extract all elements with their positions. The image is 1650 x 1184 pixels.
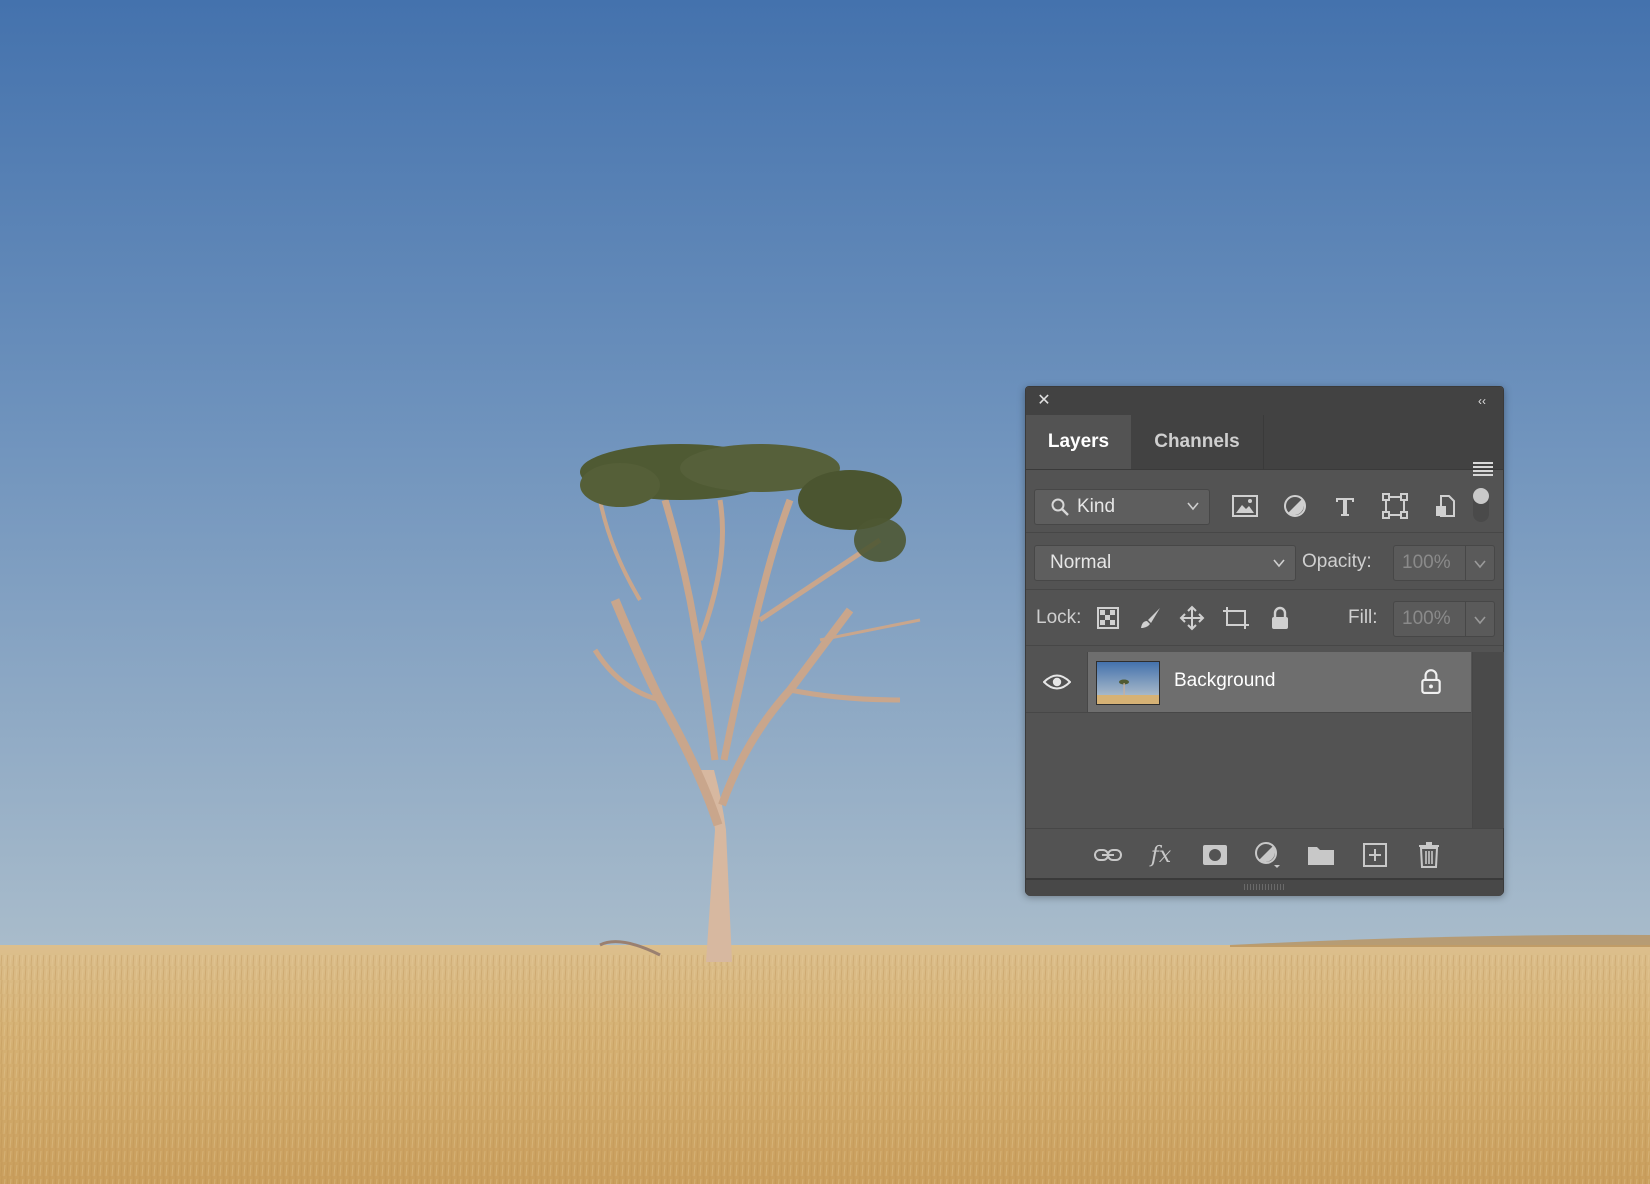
- divider: [1026, 645, 1503, 646]
- type-filter-icon[interactable]: [1331, 492, 1359, 520]
- image-filter-icon[interactable]: [1231, 492, 1259, 520]
- shape-filter-icon[interactable]: [1381, 492, 1409, 520]
- chevron-down-icon: [1187, 502, 1199, 511]
- trash-icon[interactable]: [1414, 840, 1444, 870]
- opacity-label: Opacity:: [1302, 551, 1372, 572]
- adjustment-filter-icon[interactable]: [1281, 492, 1309, 520]
- panel-resize-grip[interactable]: [1026, 878, 1503, 896]
- filter-toggle[interactable]: [1473, 488, 1489, 522]
- opacity-value: 100%: [1402, 552, 1451, 573]
- opacity-field[interactable]: 100%: [1393, 545, 1495, 581]
- blend-mode-value: Normal: [1050, 552, 1112, 573]
- fx-icon[interactable]: fx: [1146, 840, 1176, 870]
- lock-artboard-icon[interactable]: [1222, 604, 1250, 632]
- smart-object-filter-icon[interactable]: [1431, 492, 1459, 520]
- tab-channels[interactable]: Channels: [1131, 415, 1264, 469]
- chevron-down-icon[interactable]: [1474, 559, 1486, 569]
- lock-image-pixels-icon[interactable]: [1136, 604, 1164, 632]
- chevron-down-icon[interactable]: [1474, 615, 1486, 625]
- layer-row[interactable]: Background: [1026, 652, 1471, 712]
- lock-label: Lock:: [1036, 607, 1082, 628]
- divider: [1026, 532, 1503, 533]
- chevron-down-icon: [1273, 559, 1285, 568]
- lock-all-icon[interactable]: [1266, 604, 1294, 632]
- lock-transparent-pixels-icon[interactable]: [1094, 604, 1122, 632]
- layers-scrollbar[interactable]: [1472, 652, 1504, 828]
- panel-footer: fx: [1026, 828, 1503, 879]
- visibility-eye-icon[interactable]: [1026, 652, 1088, 712]
- layers-list: Background: [1026, 652, 1504, 828]
- tab-layers[interactable]: Layers: [1026, 415, 1131, 469]
- divider: [1026, 712, 1471, 713]
- layers-panel: ✕ ‹‹ Layers Channels Kind Normal Opacity…: [1025, 386, 1504, 896]
- search-icon: [1051, 498, 1069, 516]
- layer-name: Background: [1174, 670, 1276, 691]
- fill-label: Fill:: [1348, 607, 1378, 628]
- group-folder-icon[interactable]: [1306, 840, 1336, 870]
- double-chevron-left-icon[interactable]: ‹‹: [1473, 393, 1491, 409]
- divider: [1026, 589, 1503, 590]
- layer-mask-icon[interactable]: [1200, 840, 1230, 870]
- link-layers-icon[interactable]: [1093, 840, 1123, 870]
- panel-titlebar[interactable]: ✕ ‹‹: [1026, 387, 1503, 416]
- filter-kind-label: Kind: [1077, 496, 1116, 517]
- layer-item-background[interactable]: Background: [1088, 652, 1471, 712]
- close-icon[interactable]: ✕: [1036, 393, 1052, 409]
- panel-tabs: Layers Channels: [1026, 415, 1503, 476]
- fill-value: 100%: [1402, 608, 1451, 629]
- lock-icon: [1421, 669, 1441, 694]
- layer-thumbnail: [1096, 661, 1160, 705]
- lock-position-icon[interactable]: [1178, 604, 1206, 632]
- adjustment-layer-icon[interactable]: [1253, 840, 1283, 870]
- blend-mode-select[interactable]: Normal: [1034, 545, 1296, 581]
- fill-field[interactable]: 100%: [1393, 601, 1495, 637]
- new-layer-icon[interactable]: [1360, 840, 1390, 870]
- filter-kind-select[interactable]: Kind: [1034, 489, 1210, 525]
- panel-menu-icon[interactable]: [1473, 461, 1493, 477]
